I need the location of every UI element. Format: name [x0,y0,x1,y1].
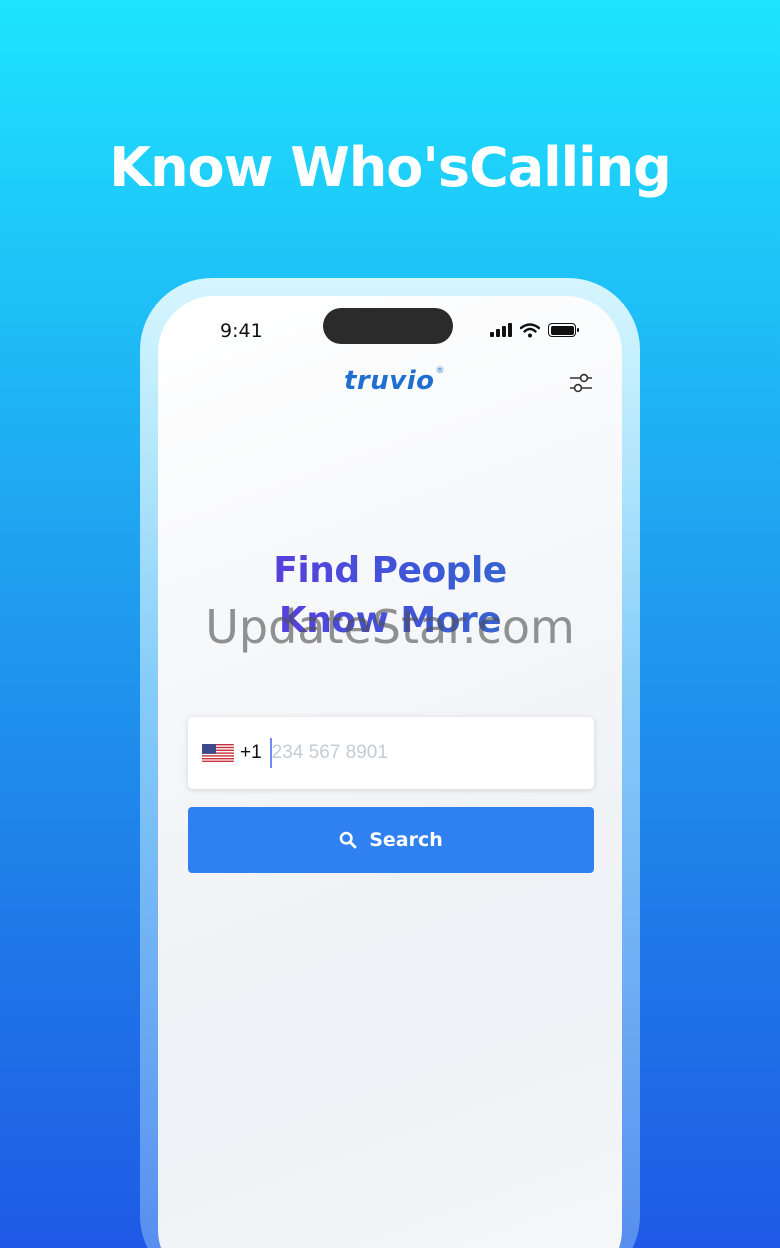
watermark: UpdateStar.com [205,600,575,654]
battery-icon [548,323,579,337]
us-flag-icon[interactable] [202,744,234,762]
sliders-icon[interactable] [568,370,594,396]
search-button-label: Search [369,829,443,851]
phone-screen: 9:41 truvio® Find People Know More +1 23… [158,296,622,1248]
search-icon [339,831,357,849]
status-time: 9:41 [220,320,263,342]
phone-number-field[interactable]: +1 [188,717,594,789]
signal-icon [490,323,512,337]
marketing-headline: Know Who'sCalling [109,136,672,199]
dynamic-island [323,308,453,344]
dial-code[interactable]: +1 [240,742,262,764]
search-button[interactable]: Search [188,807,594,873]
wifi-icon [520,322,540,337]
status-icons [490,322,579,338]
hero-line-1: Find People [158,546,622,596]
phone-input[interactable] [271,742,532,764]
truvio-logo: truvio® [344,366,445,396]
